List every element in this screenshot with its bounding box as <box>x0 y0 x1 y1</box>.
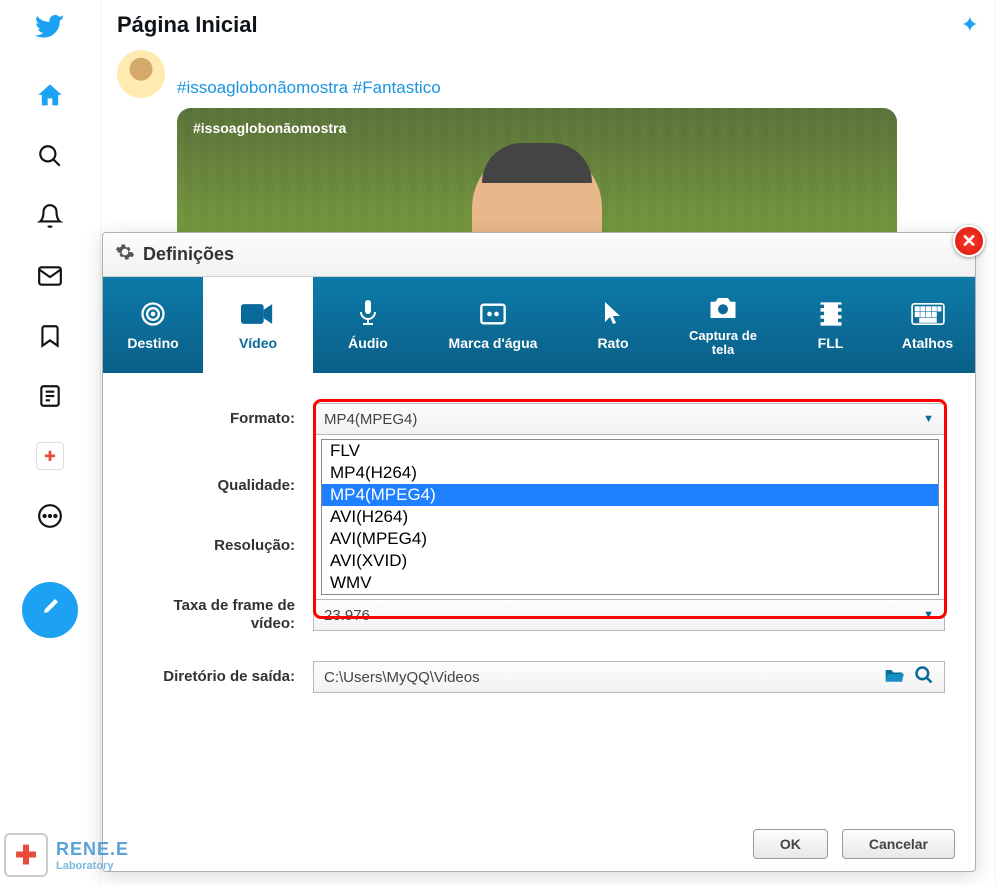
tab-marca-dagua[interactable]: Marca d'água <box>423 277 563 373</box>
resolucao-label: Resolução: <box>133 537 313 555</box>
gear-icon <box>115 242 135 267</box>
diretorio-input[interactable]: C:\Users\MyQQ\Videos <box>313 661 945 693</box>
bookmarks-icon[interactable] <box>36 322 64 350</box>
notifications-icon[interactable] <box>36 202 64 230</box>
page-title: Página Inicial <box>117 12 258 38</box>
taxa-label: Taxa de frame de vídeo: <box>133 597 313 633</box>
renee-app-icon[interactable]: ✚ <box>36 442 64 470</box>
renee-sub: Laboratory <box>56 860 129 872</box>
dropdown-option-flv[interactable]: FLV <box>322 440 938 462</box>
sparkle-icon[interactable]: ✦ <box>961 12 979 38</box>
compose-tweet-button[interactable] <box>22 582 78 638</box>
search-icon[interactable] <box>36 142 64 170</box>
more-icon[interactable] <box>36 502 64 530</box>
taxa-select[interactable]: 23.976 ▼ <box>313 599 945 631</box>
dropdown-option-wmv[interactable]: WMV <box>322 572 938 594</box>
tweet-hashtags[interactable]: #issoaglobonãomostra #Fantastico <box>177 78 979 98</box>
renee-logo-icon: ✚ <box>4 833 48 877</box>
avatar[interactable] <box>117 50 165 98</box>
ok-button[interactable]: OK <box>753 829 828 859</box>
dialog-title: Definições <box>143 244 234 265</box>
browse-search-icon[interactable] <box>914 665 934 690</box>
close-button[interactable]: ✕ <box>953 225 985 257</box>
dialog-tabs: Destino Vídeo Áudio Marca d'água Rato <box>103 277 975 373</box>
messages-icon[interactable] <box>36 262 64 290</box>
formato-select[interactable]: MP4(MPEG4) ▼ <box>313 403 945 435</box>
dialog-titlebar[interactable]: Definições ✕ <box>103 233 975 277</box>
chevron-down-icon: ▼ <box>923 413 934 425</box>
tab-audio[interactable]: Áudio <box>313 277 423 373</box>
film-icon <box>817 299 845 329</box>
dropdown-option-avi-xvid[interactable]: AVI(XVID) <box>322 550 938 572</box>
tab-destino[interactable]: Destino <box>103 277 203 373</box>
twitter-header: Página Inicial ✦ <box>101 0 995 50</box>
dropdown-option-avi-mpeg4[interactable]: AVI(MPEG4) <box>322 528 938 550</box>
tab-fll[interactable]: FLL <box>783 277 878 373</box>
tab-video[interactable]: Vídeo <box>203 277 313 373</box>
dropdown-option-mp4-mpeg4[interactable]: MP4(MPEG4) <box>322 484 938 506</box>
twitter-sidebar: ✚ <box>0 0 100 885</box>
formato-label: Formato: <box>133 410 313 428</box>
video-icon <box>241 299 275 329</box>
watermark-icon <box>479 299 507 329</box>
renee-watermark: ✚ RENE.E Laboratory <box>4 833 129 877</box>
tab-rato[interactable]: Rato <box>563 277 663 373</box>
camera-icon <box>708 293 738 323</box>
formato-dropdown-list: FLV MP4(H264) MP4(MPEG4) AVI(H264) AVI(M… <box>321 439 939 595</box>
twitter-logo-icon[interactable] <box>35 15 65 50</box>
qualidade-label: Qualidade: <box>133 477 313 495</box>
video-hashtag-overlay: #issoaglobonãomostra <box>193 120 346 136</box>
microphone-icon <box>356 299 380 329</box>
dropdown-option-mp4-h264[interactable]: MP4(H264) <box>322 462 938 484</box>
dropdown-option-avi-h264[interactable]: AVI(H264) <box>322 506 938 528</box>
dialog-body: Formato: MP4(MPEG4) ▼ Qualidade: Resoluç… <box>103 373 975 811</box>
cursor-icon <box>601 299 625 329</box>
keyboard-icon <box>911 299 945 329</box>
tab-captura[interactable]: Captura de tela <box>663 277 783 373</box>
tab-atalhos[interactable]: Atalhos <box>878 277 977 373</box>
target-icon <box>139 299 167 329</box>
home-icon[interactable] <box>36 82 64 110</box>
lists-icon[interactable] <box>36 382 64 410</box>
dialog-footer: OK Cancelar <box>753 829 955 859</box>
folder-open-icon[interactable] <box>884 666 904 689</box>
chevron-down-icon: ▼ <box>923 609 934 621</box>
diretorio-label: Diretório de saída: <box>133 668 313 686</box>
renee-brand: RENE.E <box>56 839 129 860</box>
settings-dialog: Definições ✕ Destino Vídeo Áudio Mar <box>102 232 976 872</box>
cancel-button[interactable]: Cancelar <box>842 829 955 859</box>
